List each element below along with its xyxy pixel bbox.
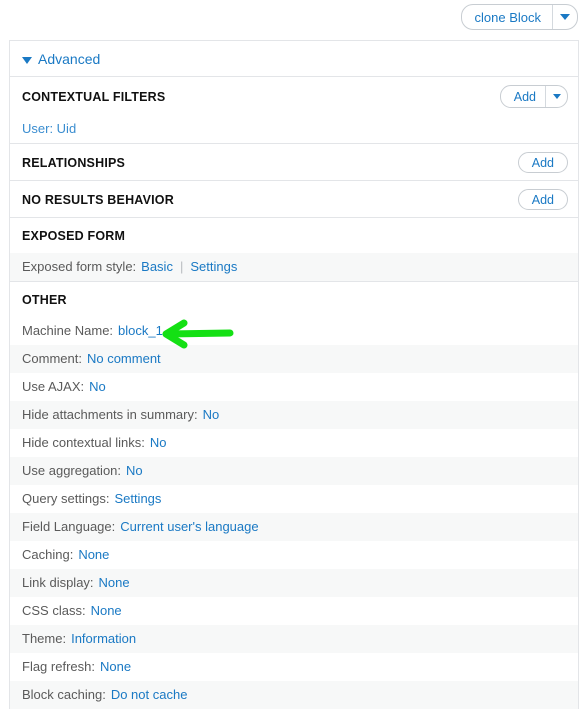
setting-row: Flag refresh: None bbox=[10, 653, 578, 681]
setting-value-link[interactable]: User: Uid bbox=[22, 120, 76, 138]
clone-block-dropdown-toggle[interactable] bbox=[552, 5, 577, 29]
setting-label: Machine Name: bbox=[22, 323, 114, 338]
section-header: CONTEXTUAL FILTERS Add bbox=[10, 76, 578, 115]
setting-row: CSS class: None bbox=[10, 597, 578, 625]
setting-row: Theme: Information bbox=[10, 625, 578, 653]
setting-row: Use AJAX: No bbox=[10, 373, 578, 401]
add-button[interactable]: Add bbox=[517, 189, 568, 210]
clone-block-dropbutton[interactable]: clone Block bbox=[460, 4, 578, 30]
setting-row: Link display: None bbox=[10, 569, 578, 597]
setting-row: Comment: No comment bbox=[10, 345, 578, 373]
setting-row: Machine Name: block_1 bbox=[10, 317, 578, 345]
setting-row: Use aggregation: No bbox=[10, 457, 578, 485]
section-header: NO RESULTS BEHAVIOR Add bbox=[10, 180, 578, 217]
top-action-bar: clone Block bbox=[0, 0, 588, 40]
triangle-down-icon bbox=[22, 56, 32, 64]
caret-down-icon bbox=[552, 94, 561, 99]
clone-block-button[interactable]: clone Block bbox=[462, 5, 552, 29]
setting-row: Hide attachments in summary: No bbox=[10, 401, 578, 429]
caret-down-icon bbox=[560, 14, 570, 20]
add-dropdown-toggle[interactable] bbox=[545, 86, 567, 107]
setting-value-link[interactable]: No bbox=[203, 406, 220, 424]
setting-value-link[interactable]: Current user's language bbox=[120, 518, 258, 536]
add-button[interactable]: Add bbox=[517, 152, 568, 173]
add-dropbutton[interactable]: Add bbox=[499, 85, 568, 108]
setting-value-link[interactable]: Do not cache bbox=[111, 686, 188, 704]
setting-row: Block caching: Do not cache bbox=[10, 681, 578, 709]
setting-label: Field Language: bbox=[22, 519, 116, 534]
setting-value-link[interactable]: No bbox=[89, 378, 106, 396]
setting-label: Theme: bbox=[22, 631, 67, 646]
setting-label: Hide attachments in summary: bbox=[22, 407, 198, 422]
section-header: OTHER bbox=[10, 281, 578, 317]
setting-label: Caching: bbox=[22, 547, 74, 562]
setting-label: Hide contextual links: bbox=[22, 435, 145, 450]
setting-row: Exposed form style: Basic | Settings bbox=[10, 253, 578, 281]
section-header: EXPOSED FORM bbox=[10, 217, 578, 253]
setting-value-link[interactable]: None bbox=[100, 658, 131, 676]
setting-label: CSS class: bbox=[22, 603, 86, 618]
setting-row: User: Uid bbox=[10, 115, 578, 143]
setting-value-link-secondary[interactable]: Settings bbox=[190, 258, 237, 276]
section-title: NO RESULTS BEHAVIOR bbox=[22, 192, 174, 207]
section-title: EXPOSED FORM bbox=[22, 229, 126, 243]
section-title: RELATIONSHIPS bbox=[22, 155, 126, 170]
setting-label: Block caching: bbox=[22, 687, 106, 702]
advanced-title[interactable]: Advanced bbox=[38, 51, 100, 67]
setting-value-link[interactable]: Information bbox=[71, 630, 136, 648]
setting-value-link[interactable]: block_1 bbox=[118, 322, 163, 340]
setting-row: Query settings: Settings bbox=[10, 485, 578, 513]
setting-value-link[interactable]: Settings bbox=[114, 490, 161, 508]
advanced-collapse-header[interactable]: Advanced bbox=[10, 41, 578, 76]
add-button[interactable]: Add bbox=[501, 86, 545, 107]
setting-value-link[interactable]: No bbox=[126, 462, 143, 480]
setting-value-link[interactable]: No comment bbox=[87, 350, 161, 368]
setting-row: Hide contextual links: No bbox=[10, 429, 578, 457]
setting-label: Exposed form style: bbox=[22, 259, 137, 274]
setting-label: Link display: bbox=[22, 575, 94, 590]
value-separator: | bbox=[179, 259, 184, 274]
setting-value-link[interactable]: Basic bbox=[141, 258, 173, 276]
setting-label: Use AJAX: bbox=[22, 379, 85, 394]
setting-row: Field Language: Current user's language bbox=[10, 513, 578, 541]
setting-label: Comment: bbox=[22, 351, 82, 366]
setting-label: Flag refresh: bbox=[22, 659, 95, 674]
section-header: RELATIONSHIPS Add bbox=[10, 143, 578, 180]
advanced-sections: CONTEXTUAL FILTERS Add User: Uid RELATIONSH… bbox=[10, 76, 578, 709]
setting-value-link[interactable]: None bbox=[91, 602, 122, 620]
section-title: OTHER bbox=[22, 293, 67, 307]
setting-label: Use aggregation: bbox=[22, 463, 122, 478]
setting-row: Caching: None bbox=[10, 541, 578, 569]
advanced-panel: Advanced CONTEXTUAL FILTERS Add User: Uid R… bbox=[9, 40, 579, 709]
section-title: CONTEXTUAL FILTERS bbox=[22, 89, 166, 104]
setting-value-link[interactable]: None bbox=[78, 546, 109, 564]
setting-value-link[interactable]: None bbox=[99, 574, 130, 592]
setting-value-link[interactable]: No bbox=[150, 434, 167, 452]
setting-label: Query settings: bbox=[22, 491, 110, 506]
